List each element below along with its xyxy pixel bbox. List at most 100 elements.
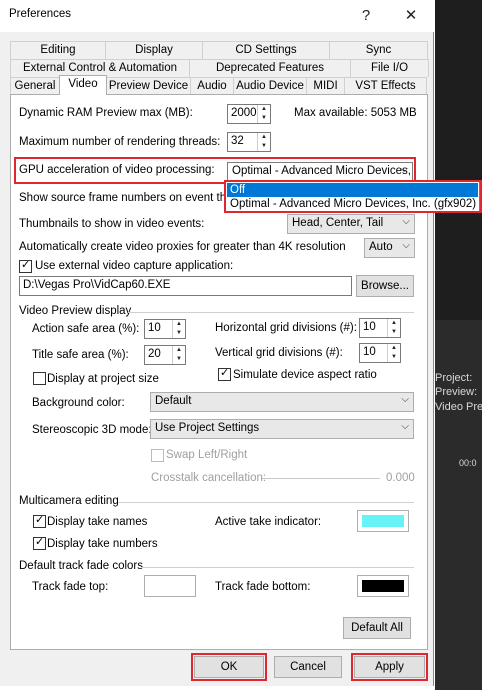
capture-path-value: D:\Vegas Pro\VidCap60.EXE [23,279,171,291]
bg-preview-label: Preview: [435,386,478,398]
simulate-aspect-checkbox[interactable]: ✓ [218,367,231,381]
h-grid-value: 10 [363,321,376,333]
help-icon[interactable]: ? [354,4,378,28]
preferences-dialog: Preferences ? ✕ Editing Display CD Setti… [0,0,482,686]
source-frames-label: Show source frame numbers on event thum [19,192,243,204]
fade-top-color [149,580,191,592]
external-capture-checkbox[interactable]: ✓ [19,259,32,273]
default-all-button[interactable]: Default All [343,617,411,639]
threads-spinner[interactable]: 32 ▲ ▼ [227,132,271,152]
swap-left-right-checkbox [151,449,164,462]
section-divider [118,502,414,503]
take-names-checkbox[interactable]: ✓ [33,514,46,528]
action-safe-label: Action safe area (%): [32,323,140,335]
title-safe-spinner[interactable]: 20 ▲ ▼ [144,345,186,365]
take-numbers-checkbox[interactable]: ✓ [33,536,46,550]
ram-preview-arrows[interactable]: ▲ ▼ [257,105,270,123]
thumbnails-select[interactable]: Head, Center, Tail ⌵ [287,214,415,234]
background-app: Project: Preview: Video Pre 00:0 [435,0,482,690]
spin-down-icon[interactable]: ▼ [258,114,270,123]
action-safe-arrows[interactable]: ▲ ▼ [172,320,185,338]
bg-project-label: Project: [435,372,473,384]
action-safe-spinner[interactable]: 10 ▲ ▼ [144,319,186,339]
action-safe-value: 10 [148,322,161,334]
h-grid-spinner[interactable]: 10 ▲ ▼ [359,318,401,338]
fade-bottom-color [362,580,404,592]
tab-audio[interactable]: Audio [190,77,234,95]
proxies-label: Automatically create video proxies for g… [19,241,346,253]
stereo-mode-value: Use Project Settings [155,422,260,434]
chevron-down-icon: ⌵ [401,421,409,432]
h-grid-label: Horizontal grid divisions (#): [215,322,357,334]
cancel-button[interactable]: Cancel [274,656,342,678]
tab-audio-device[interactable]: Audio Device [233,77,307,95]
ram-preview-spinner[interactable]: 2000 ▲ ▼ [227,104,271,124]
spin-up-icon[interactable]: ▲ [173,320,185,329]
display-project-size-checkbox[interactable] [33,372,46,385]
tab-cd-settings[interactable]: CD Settings [202,41,330,59]
v-grid-arrows[interactable]: ▲ ▼ [387,344,400,362]
bg-timecode: 00:0 [459,458,477,468]
multicam-section-label: Multicamera editing [19,495,119,507]
chevron-down-icon: ⌵ [402,216,410,227]
h-grid-arrows[interactable]: ▲ ▼ [387,319,400,337]
fade-bottom-label: Track fade bottom: [215,581,311,593]
tab-sync[interactable]: Sync [329,41,428,59]
title-safe-arrows[interactable]: ▲ ▼ [172,346,185,364]
tab-video[interactable]: Video [59,75,107,95]
fade-top-color-swatch[interactable] [144,575,196,597]
spin-up-icon[interactable]: ▲ [173,346,185,355]
preview-display-section-label: Video Preview display [19,305,132,317]
stereo-mode-label: Stereoscopic 3D mode: [32,424,152,436]
crosstalk-value: 0.000 [386,472,415,484]
spin-up-icon[interactable]: ▲ [258,105,270,114]
spin-down-icon[interactable]: ▼ [173,329,185,338]
spin-up-icon[interactable]: ▲ [258,133,270,142]
fade-section-label: Default track fade colors [19,560,144,572]
spin-up-icon[interactable]: ▲ [388,319,400,328]
spin-down-icon[interactable]: ▼ [258,142,270,151]
thumbnails-value: Head, Center, Tail [292,217,384,229]
spin-down-icon[interactable]: ▼ [173,355,185,364]
window-title: Preferences [9,8,72,20]
tab-preview-device[interactable]: Preview Device [106,77,191,95]
tab-general[interactable]: General [10,77,60,95]
active-take-color-swatch[interactable] [357,510,409,532]
title-bar: Preferences ? ✕ [0,0,434,32]
v-grid-spinner[interactable]: 10 ▲ ▼ [359,343,401,363]
highlight-apply-button [351,653,428,681]
tab-display[interactable]: Display [105,41,203,59]
take-numbers-label: Display take numbers [47,538,158,550]
spin-down-icon[interactable]: ▼ [388,328,400,337]
take-names-label: Display take names [47,516,148,528]
tab-vst-effects[interactable]: VST Effects [344,77,427,95]
browse-button[interactable]: Browse... [356,275,414,297]
checkmark-icon: ✓ [35,536,45,548]
title-safe-value: 20 [148,348,161,360]
active-take-label: Active take indicator: [215,516,322,528]
ram-preview-label: Dynamic RAM Preview max (MB): [19,107,193,119]
threads-label: Maximum number of rendering threads: [19,136,221,148]
spin-down-icon[interactable]: ▼ [388,353,400,362]
tab-midi[interactable]: MIDI [306,77,345,95]
ram-available-text: Max available: 5053 MB [294,107,417,119]
external-capture-label: Use external video capture application: [35,260,234,272]
ram-preview-value: 2000 [231,107,257,119]
capture-path-input[interactable]: D:\Vegas Pro\VidCap60.EXE [19,276,352,296]
proxies-select[interactable]: Auto ⌵ [364,238,415,258]
threads-arrows[interactable]: ▲ ▼ [257,133,270,151]
fade-top-label: Track fade top: [32,581,109,593]
close-icon[interactable]: ✕ [399,4,423,28]
active-take-color [362,515,404,527]
bg-color-label: Background color: [32,397,125,409]
tab-editing[interactable]: Editing [10,41,106,59]
tab-row-3: General Video Preview Device Audio Audio… [10,75,427,95]
swap-left-right-label: Swap Left/Right [166,449,248,461]
tab-deprecated-features[interactable]: Deprecated Features [189,59,351,77]
bg-color-select[interactable]: Default ⌵ [150,392,414,412]
thumbnails-label: Thumbnails to show in video events: [19,218,205,230]
fade-bottom-color-swatch[interactable] [357,575,409,597]
stereo-mode-select[interactable]: Use Project Settings ⌵ [150,419,414,439]
tab-file-io[interactable]: File I/O [350,59,429,77]
spin-up-icon[interactable]: ▲ [388,344,400,353]
